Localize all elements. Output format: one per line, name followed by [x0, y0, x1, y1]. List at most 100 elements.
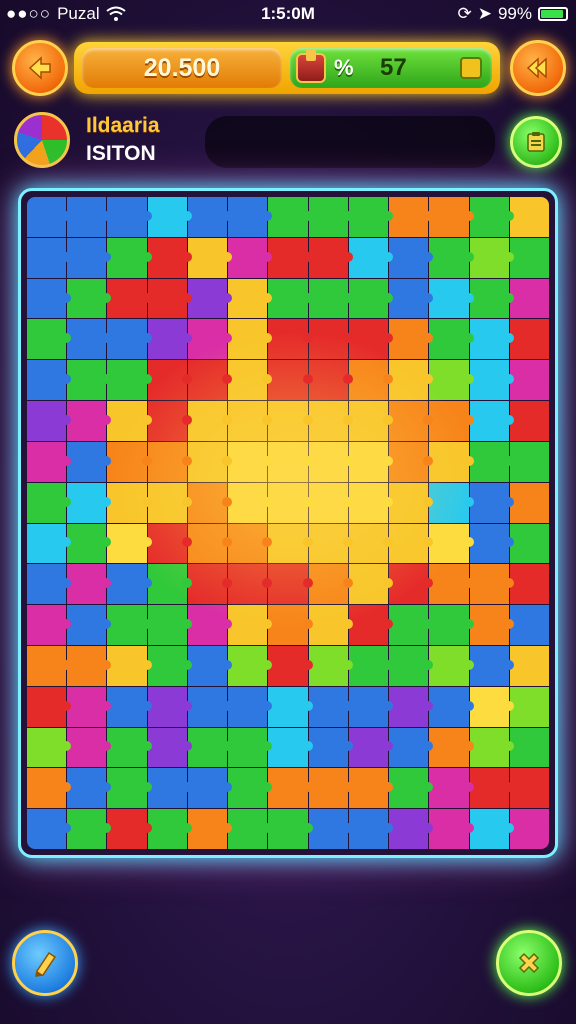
puzzle-piece[interactable]: [348, 197, 394, 237]
puzzle-piece[interactable]: [509, 605, 549, 645]
puzzle-piece[interactable]: [268, 441, 313, 482]
puzzle-piece[interactable]: [429, 319, 474, 360]
puzzle-piece[interactable]: [268, 319, 313, 360]
puzzle-piece[interactable]: [308, 564, 354, 605]
puzzle-piece[interactable]: [348, 809, 394, 849]
puzzle-piece[interactable]: [389, 319, 434, 360]
puzzle-piece[interactable]: [147, 686, 193, 727]
puzzle-piece[interactable]: [429, 401, 474, 441]
puzzle-piece[interactable]: [147, 523, 193, 564]
puzzle-piece[interactable]: [308, 523, 354, 564]
puzzle-piece[interactable]: [308, 319, 354, 360]
puzzle-piece[interactable]: [67, 401, 112, 441]
puzzle-piece[interactable]: [107, 686, 152, 727]
puzzle-piece[interactable]: [348, 564, 394, 605]
puzzle-piece[interactable]: [228, 197, 273, 237]
puzzle-piece[interactable]: [228, 686, 273, 727]
puzzle-piece[interactable]: [389, 768, 434, 809]
puzzle-piece[interactable]: [348, 441, 394, 482]
puzzle-piece[interactable]: [268, 360, 313, 401]
puzzle-piece[interactable]: [429, 523, 474, 564]
puzzle-piece[interactable]: [67, 645, 112, 686]
puzzle-piece[interactable]: [268, 523, 313, 564]
puzzle-piece[interactable]: [228, 523, 273, 564]
puzzle-piece[interactable]: [308, 605, 354, 645]
puzzle-piece[interactable]: [429, 441, 474, 482]
puzzle-piece[interactable]: [67, 441, 112, 482]
puzzle-piece[interactable]: [389, 727, 434, 768]
puzzle-piece[interactable]: [389, 197, 434, 237]
puzzle-piece[interactable]: [348, 237, 394, 278]
puzzle-piece[interactable]: [268, 401, 313, 441]
puzzle-piece[interactable]: [308, 809, 354, 849]
puzzle-piece[interactable]: [27, 605, 72, 645]
puzzle-piece[interactable]: [27, 441, 72, 482]
puzzle-piece[interactable]: [308, 686, 354, 727]
puzzle-piece[interactable]: [228, 360, 273, 401]
puzzle-piece[interactable]: [308, 441, 354, 482]
puzzle-piece[interactable]: [348, 278, 394, 319]
puzzle-piece[interactable]: [509, 564, 549, 605]
puzzle-piece[interactable]: [228, 768, 273, 809]
puzzle-piece[interactable]: [348, 523, 394, 564]
puzzle-piece[interactable]: [107, 197, 152, 237]
puzzle-piece[interactable]: [187, 237, 233, 278]
puzzle-piece[interactable]: [509, 768, 549, 809]
puzzle-piece[interactable]: [308, 727, 354, 768]
puzzle-piece[interactable]: [429, 645, 474, 686]
puzzle-piece[interactable]: [268, 237, 313, 278]
puzzle-piece[interactable]: [509, 278, 549, 319]
puzzle-piece[interactable]: [67, 360, 112, 401]
puzzle-piece[interactable]: [348, 605, 394, 645]
puzzle-piece[interactable]: [509, 809, 549, 849]
puzzle-piece[interactable]: [147, 237, 193, 278]
puzzle-piece[interactable]: [429, 727, 474, 768]
puzzle-piece[interactable]: [389, 360, 434, 401]
puzzle-piece[interactable]: [429, 564, 474, 605]
puzzle-piece[interactable]: [107, 809, 152, 849]
puzzle-piece[interactable]: [228, 441, 273, 482]
puzzle-piece[interactable]: [67, 319, 112, 360]
puzzle-piece[interactable]: [308, 645, 354, 686]
puzzle-piece[interactable]: [147, 564, 193, 605]
puzzle-piece[interactable]: [308, 237, 354, 278]
puzzle-piece[interactable]: [469, 809, 515, 849]
puzzle-piece[interactable]: [308, 278, 354, 319]
puzzle-piece[interactable]: [389, 482, 434, 523]
puzzle-piece[interactable]: [187, 605, 233, 645]
puzzle-piece[interactable]: [187, 645, 233, 686]
puzzle-piece[interactable]: [187, 686, 233, 727]
puzzle-piece[interactable]: [27, 564, 72, 605]
puzzle-piece[interactable]: [469, 768, 515, 809]
puzzle-piece[interactable]: [187, 401, 233, 441]
puzzle-piece[interactable]: [389, 237, 434, 278]
puzzle-piece[interactable]: [509, 645, 549, 686]
puzzle-piece[interactable]: [509, 237, 549, 278]
puzzle-piece[interactable]: [107, 727, 152, 768]
puzzle-piece[interactable]: [107, 523, 152, 564]
puzzle-piece[interactable]: [107, 605, 152, 645]
puzzle-piece[interactable]: [147, 605, 193, 645]
puzzle-piece[interactable]: [27, 809, 72, 849]
puzzle-piece[interactable]: [67, 768, 112, 809]
puzzle-piece[interactable]: [348, 360, 394, 401]
puzzle-piece[interactable]: [469, 278, 515, 319]
puzzle-piece[interactable]: [67, 482, 112, 523]
puzzle-piece[interactable]: [509, 197, 549, 237]
puzzle-piece[interactable]: [469, 605, 515, 645]
puzzle-piece[interactable]: [469, 645, 515, 686]
puzzle-piece[interactable]: [228, 319, 273, 360]
puzzle-piece[interactable]: [27, 278, 72, 319]
puzzle-piece[interactable]: [429, 605, 474, 645]
puzzle-piece[interactable]: [107, 360, 152, 401]
puzzle-piece[interactable]: [67, 237, 112, 278]
puzzle-piece[interactable]: [67, 564, 112, 605]
puzzle-piece[interactable]: [429, 237, 474, 278]
puzzle-piece[interactable]: [107, 401, 152, 441]
puzzle-piece[interactable]: [308, 768, 354, 809]
puzzle-piece[interactable]: [27, 727, 72, 768]
puzzle-piece[interactable]: [187, 319, 233, 360]
puzzle-piece[interactable]: [469, 197, 515, 237]
puzzle-piece[interactable]: [147, 401, 193, 441]
puzzle-piece[interactable]: [147, 360, 193, 401]
